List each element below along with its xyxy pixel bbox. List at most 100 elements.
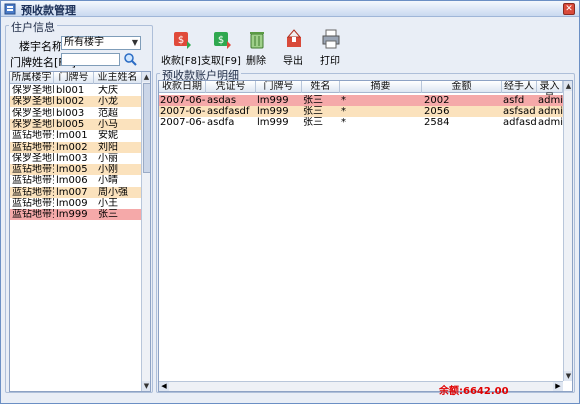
scroll-up-icon[interactable]: ▲ [564, 81, 572, 91]
account-table-scrollbar[interactable]: ▲ ▼ [563, 81, 572, 381]
table-row[interactable]: 保罗圣地巴bl003 范超 [10, 107, 141, 119]
table-cell: asfsad [503, 106, 536, 117]
total-balance: 余额:6642.00 [439, 386, 509, 397]
table-cell: admin [538, 106, 563, 117]
col-building[interactable]: 所属楼宇 [10, 72, 54, 84]
table-cell: admin [538, 117, 563, 128]
table-cell: 周小强 [98, 186, 128, 198]
table-cell: 小龙 [98, 96, 118, 108]
resident-table-scrollbar[interactable]: ▲ ▼ [141, 72, 150, 391]
table-cell: 小丽 [98, 152, 118, 164]
table-cell: 保罗圣地巴 [12, 118, 54, 130]
svg-text:$: $ [218, 35, 224, 46]
export-icon [286, 29, 302, 47]
scroll-down-icon[interactable]: ▼ [142, 381, 150, 391]
table-row[interactable]: 蓝钻地带罗lm001 安妮 [10, 130, 141, 142]
table-cell: 张三 [98, 209, 118, 221]
table-cell: 保罗圣地巴 [12, 96, 54, 108]
scroll-left-icon[interactable]: ◀ [159, 382, 169, 391]
delete-button[interactable]: 删除 [239, 29, 273, 67]
table-row[interactable]: 蓝钻地带罗lm009 小王 [10, 198, 141, 209]
col-summary[interactable]: 摘要 [340, 81, 422, 93]
close-button[interactable]: ✕ [563, 3, 575, 15]
table-cell: lm006 [56, 175, 88, 187]
table-cell: 张三 [303, 95, 323, 106]
account-table[interactable]: 收款日期 凭证号 门牌号 姓名 摘要 金额 经手人 录入员 2007-06-13… [158, 80, 573, 392]
col-voucher[interactable]: 凭证号 [206, 81, 256, 93]
col-door-no[interactable]: 门牌号 [256, 81, 302, 93]
search-icon[interactable] [123, 52, 137, 66]
table-cell: 蓝钻地带罗 [12, 175, 54, 187]
table-cell: lm999 [257, 117, 289, 128]
table-cell: 2584 [424, 117, 450, 128]
table-cell: lm003 [56, 152, 88, 164]
table-cell: 小王 [98, 198, 118, 209]
table-cell: * [341, 117, 346, 128]
resident-table-header: 所属楼宇 门牌号 业主姓名 [10, 72, 142, 84]
table-row[interactable]: 2007-06-13asdfasdf lm999 张三 * 2056 asfsadadmi… [159, 106, 563, 117]
account-table-header: 收款日期 凭证号 门牌号 姓名 摘要 金额 经手人 录入员 [159, 81, 563, 104]
table-row[interactable]: 保罗圣地巴bl001 大庆 [10, 85, 141, 96]
table-cell: 保罗圣地巴 [12, 107, 54, 119]
table-cell: 安妮 [98, 130, 118, 142]
scroll-down-icon[interactable]: ▼ [564, 371, 572, 381]
col-date[interactable]: 收款日期 [159, 81, 206, 93]
table-row[interactable]: 蓝钻地带罗lm007 周小强 [10, 186, 141, 198]
table-cell: 蓝钻地带罗 [12, 209, 54, 221]
table-cell: 小刚 [98, 164, 118, 176]
table-row[interactable]: 蓝钻地带罗lm002 刘阳 [10, 141, 141, 153]
table-cell: 蓝钻地带罗 [12, 198, 54, 209]
table-cell: 蓝钻地带罗 [12, 164, 54, 176]
app-icon [4, 3, 16, 15]
table-cell: asdfa [207, 117, 235, 128]
svg-text:$: $ [178, 35, 184, 46]
printer-icon [322, 29, 340, 49]
table-cell: lm007 [56, 186, 88, 198]
table-cell: 刘阳 [98, 141, 118, 153]
receive-button[interactable]: $ 收款[F8] [161, 29, 201, 67]
table-cell: 2007-06-13 [160, 106, 206, 117]
table-cell: 蓝钻地带罗 [12, 186, 54, 198]
table-cell: 小马 [98, 118, 118, 130]
table-row[interactable]: 保罗圣地巴bl002 小龙 [10, 96, 141, 108]
col-operator[interactable]: 录入员 [537, 81, 563, 104]
table-row[interactable]: 蓝钻地带罗lm005 小刚 [10, 164, 141, 176]
col-name[interactable]: 姓名 [302, 81, 340, 93]
table-cell: lm005 [56, 164, 88, 176]
export-button[interactable]: 导出 [276, 29, 310, 67]
trash-icon [250, 32, 264, 49]
table-cell: asdas [207, 95, 237, 106]
window-title: 预收款管理 [21, 4, 76, 17]
building-select[interactable]: 所有楼宇 ▼ [61, 36, 141, 50]
col-handler[interactable]: 经手人 [502, 81, 537, 93]
scroll-right-icon[interactable]: ▶ [553, 382, 563, 391]
table-row[interactable]: 蓝钻地带罗lm006 小晴 [10, 175, 141, 187]
main-window: 预收款管理 ✕ 住户信息 楼宇名称: 所有楼宇 ▼ 门牌姓名[F3] 所属楼宇 … [0, 0, 580, 404]
table-cell: 范超 [98, 107, 118, 119]
col-door[interactable]: 门牌号 [54, 72, 94, 84]
table-cell: adfasdf [503, 117, 537, 128]
col-owner[interactable]: 业主姓名 [94, 72, 142, 84]
table-row[interactable]: 2007-06-13asdas lm999 张三 * 2002 asfd admin [159, 95, 563, 106]
resident-info-title: 住户信息 [9, 19, 57, 35]
table-cell: lm009 [56, 198, 88, 209]
table-cell: 小晴 [98, 175, 118, 187]
table-cell: 2007-06-13 [160, 117, 206, 128]
table-row[interactable]: 蓝钻地带罗lm999 张三 [10, 209, 141, 221]
resident-table[interactable]: 所属楼宇 门牌号 业主姓名 保罗圣地巴bl001大庆保罗圣地巴bl002小龙保罗… [9, 71, 151, 392]
table-row[interactable]: 保罗圣地巴lm003 小丽 [10, 152, 141, 164]
table-row[interactable]: 2007-06-13asdfa lm999 张三 * 2584 adfasdfadmin [159, 117, 563, 128]
table-cell: admin [538, 95, 563, 106]
col-amount[interactable]: 金额 [422, 81, 502, 93]
scroll-thumb[interactable] [143, 83, 150, 173]
table-cell: 2002 [424, 95, 450, 106]
table-cell: 蓝钻地带罗 [12, 141, 54, 153]
print-button[interactable]: 打印 [313, 29, 347, 67]
scroll-up-icon[interactable]: ▲ [142, 72, 150, 82]
money-out-icon: $ [214, 32, 231, 49]
table-row[interactable]: 保罗圣地巴bl005 小马 [10, 118, 141, 130]
table-cell: 保罗圣地巴 [12, 152, 54, 164]
chevron-down-icon[interactable]: ▼ [132, 37, 138, 49]
door-search-input[interactable] [61, 53, 120, 66]
table-cell: bl002 [56, 96, 85, 108]
